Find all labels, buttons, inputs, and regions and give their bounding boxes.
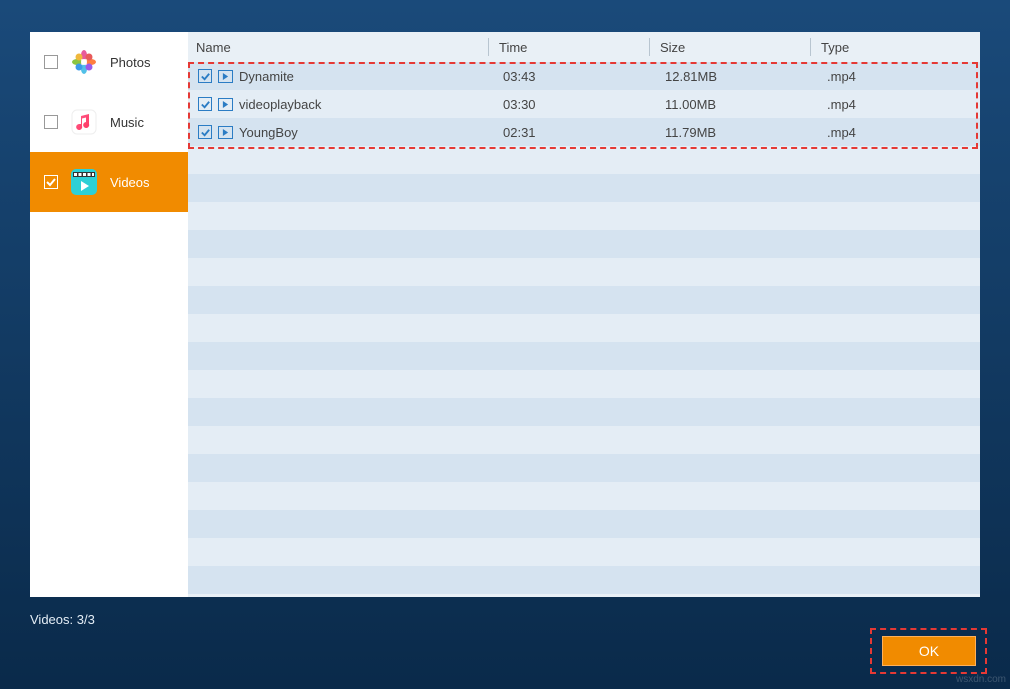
sidebar-item-label: Music — [110, 115, 144, 130]
table-row-empty — [188, 510, 980, 538]
table-row[interactable]: Dynamite 03:43 12.81MB .mp4 — [188, 62, 980, 90]
sidebar: Photos Music — [30, 32, 188, 597]
table-row-empty — [188, 342, 980, 370]
table-row-empty — [188, 538, 980, 566]
video-file-icon — [218, 98, 233, 111]
cell-name: videoplayback — [239, 97, 493, 112]
music-icon — [70, 108, 98, 136]
table-row-empty — [188, 398, 980, 426]
table-row-empty — [188, 258, 980, 286]
cell-name: Dynamite — [239, 69, 493, 84]
cell-name: YoungBoy — [239, 125, 493, 140]
table-row-empty — [188, 454, 980, 482]
column-header-name[interactable]: Name — [188, 40, 488, 55]
table-row-empty — [188, 174, 980, 202]
table-row-empty — [188, 202, 980, 230]
cell-time: 03:30 — [493, 97, 655, 112]
table-body: Dynamite 03:43 12.81MB .mp4 videoplaybac… — [188, 62, 980, 597]
main-panel: Name Time Size Type Dynamite 03:43 12.81… — [188, 32, 980, 597]
table-row[interactable]: videoplayback 03:30 11.00MB .mp4 — [188, 90, 980, 118]
checkbox-icon[interactable] — [44, 175, 58, 189]
cell-type: .mp4 — [817, 125, 980, 140]
cell-time: 03:43 — [493, 69, 655, 84]
column-header-size[interactable]: Size — [650, 40, 810, 55]
cell-type: .mp4 — [817, 69, 980, 84]
watermark: wsxdn.com — [956, 674, 1006, 685]
column-header-time[interactable]: Time — [489, 40, 649, 55]
cell-size: 12.81MB — [655, 69, 817, 84]
table-row-empty — [188, 146, 980, 174]
video-file-icon — [218, 126, 233, 139]
table-row-empty — [188, 482, 980, 510]
status-text: Videos: 3/3 — [30, 612, 95, 627]
photos-icon — [70, 48, 98, 76]
sidebar-item-music[interactable]: Music — [30, 92, 188, 152]
sidebar-item-label: Photos — [110, 55, 150, 70]
cell-time: 02:31 — [493, 125, 655, 140]
table-row[interactable]: YoungBoy 02:31 11.79MB .mp4 — [188, 118, 980, 146]
sidebar-item-label: Videos — [110, 175, 150, 190]
video-file-icon — [218, 70, 233, 83]
sidebar-item-videos[interactable]: Videos — [30, 152, 188, 212]
ok-button[interactable]: OK — [882, 636, 976, 666]
videos-icon — [70, 168, 98, 196]
table-row-empty — [188, 566, 980, 594]
cell-type: .mp4 — [817, 97, 980, 112]
table-row-empty — [188, 370, 980, 398]
checkbox-icon[interactable] — [198, 125, 212, 139]
checkbox-icon[interactable] — [44, 55, 58, 69]
checkbox-icon[interactable] — [198, 69, 212, 83]
checkbox-icon[interactable] — [198, 97, 212, 111]
checkbox-icon[interactable] — [44, 115, 58, 129]
cell-size: 11.79MB — [655, 125, 817, 140]
cell-size: 11.00MB — [655, 97, 817, 112]
table-header: Name Time Size Type — [188, 32, 980, 62]
table-row-empty — [188, 314, 980, 342]
sidebar-item-photos[interactable]: Photos — [30, 32, 188, 92]
table-row-empty — [188, 286, 980, 314]
table-row-empty — [188, 426, 980, 454]
table-row-empty — [188, 230, 980, 258]
column-header-type[interactable]: Type — [811, 40, 980, 55]
